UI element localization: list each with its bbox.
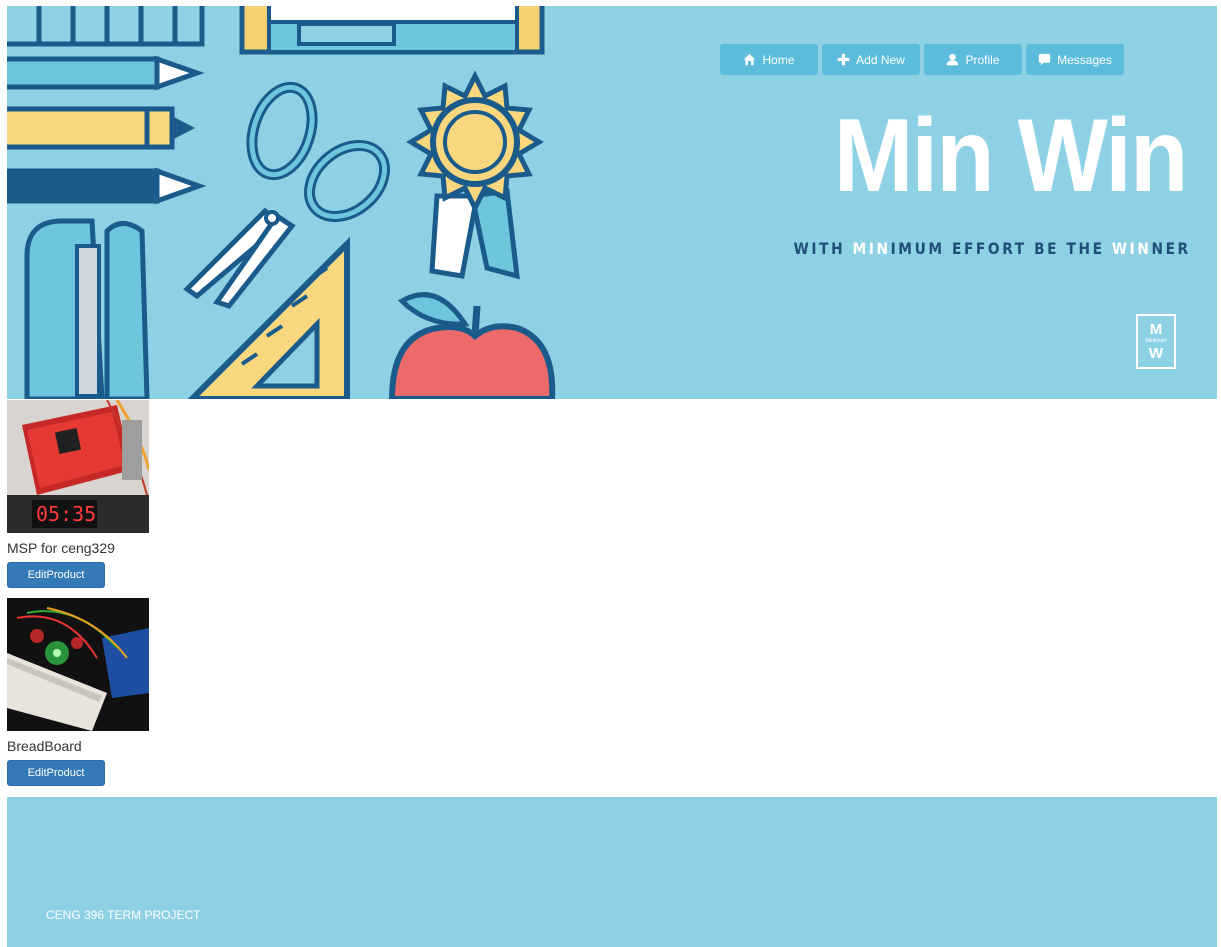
edit-product-button[interactable]: EditProduct bbox=[7, 562, 105, 588]
logo-small-text: Minimum bbox=[1145, 338, 1167, 344]
tagline-part: NER bbox=[1151, 239, 1191, 258]
logo-letter-bottom: W bbox=[1148, 345, 1164, 362]
footer-text: CENG 396 TERM PROJECT bbox=[46, 908, 201, 922]
ruler-graphic bbox=[7, 6, 205, 47]
site-tagline: WITH MINIMUM EFFORT BE THE WINNER bbox=[794, 239, 1191, 258]
logo-letter-top: M bbox=[1149, 321, 1163, 338]
messages-button-label: Messages bbox=[1057, 52, 1112, 67]
tagline-part: IMUM EFFORT BE THE bbox=[890, 239, 1113, 258]
stapler-graphic bbox=[24, 218, 150, 399]
svg-text:05:35: 05:35 bbox=[36, 502, 96, 526]
product-card: BreadBoard EditProduct bbox=[7, 598, 149, 786]
scissors-graphic bbox=[183, 81, 391, 309]
apple-graphic bbox=[388, 292, 556, 399]
footer: CENG 396 TERM PROJECT bbox=[7, 797, 1217, 947]
clipboard-graphic bbox=[239, 6, 545, 55]
add-new-button-label: Add New bbox=[856, 52, 905, 67]
school-supplies-illustration bbox=[7, 6, 556, 399]
award-ribbon-graphic bbox=[406, 70, 544, 280]
edit-product-button[interactable]: EditProduct bbox=[7, 760, 105, 786]
home-button[interactable]: Home bbox=[720, 44, 818, 75]
user-icon bbox=[947, 53, 959, 66]
profile-button-label: Profile bbox=[965, 52, 1000, 67]
messages-button[interactable]: Messages bbox=[1026, 44, 1124, 75]
product-name: BreadBoard bbox=[7, 738, 82, 754]
add-new-button[interactable]: Add New bbox=[822, 44, 920, 75]
hero-banner: Home Add New Profile Messages Min Win WI… bbox=[7, 6, 1217, 399]
product-card: 05:35 MSP for ceng329 EditProduct bbox=[7, 400, 149, 588]
plus-icon bbox=[837, 53, 850, 66]
product-name: MSP for ceng329 bbox=[7, 540, 115, 556]
tagline-highlight: WIN bbox=[1112, 239, 1152, 258]
profile-button[interactable]: Profile bbox=[924, 44, 1022, 75]
home-icon bbox=[744, 53, 756, 66]
home-button-label: Home bbox=[762, 52, 795, 67]
product-image[interactable] bbox=[7, 598, 149, 731]
tagline-highlight: MIN bbox=[852, 239, 891, 258]
brand-logo: M Minimum W bbox=[1136, 314, 1176, 369]
product-image[interactable]: 05:35 bbox=[7, 400, 149, 533]
tagline-part: WITH bbox=[793, 239, 853, 258]
main-nav: Home Add New Profile Messages bbox=[720, 44, 1124, 75]
pencils-graphic bbox=[7, 55, 207, 205]
site-title: Min Win bbox=[834, 98, 1189, 214]
message-icon bbox=[1038, 53, 1051, 66]
